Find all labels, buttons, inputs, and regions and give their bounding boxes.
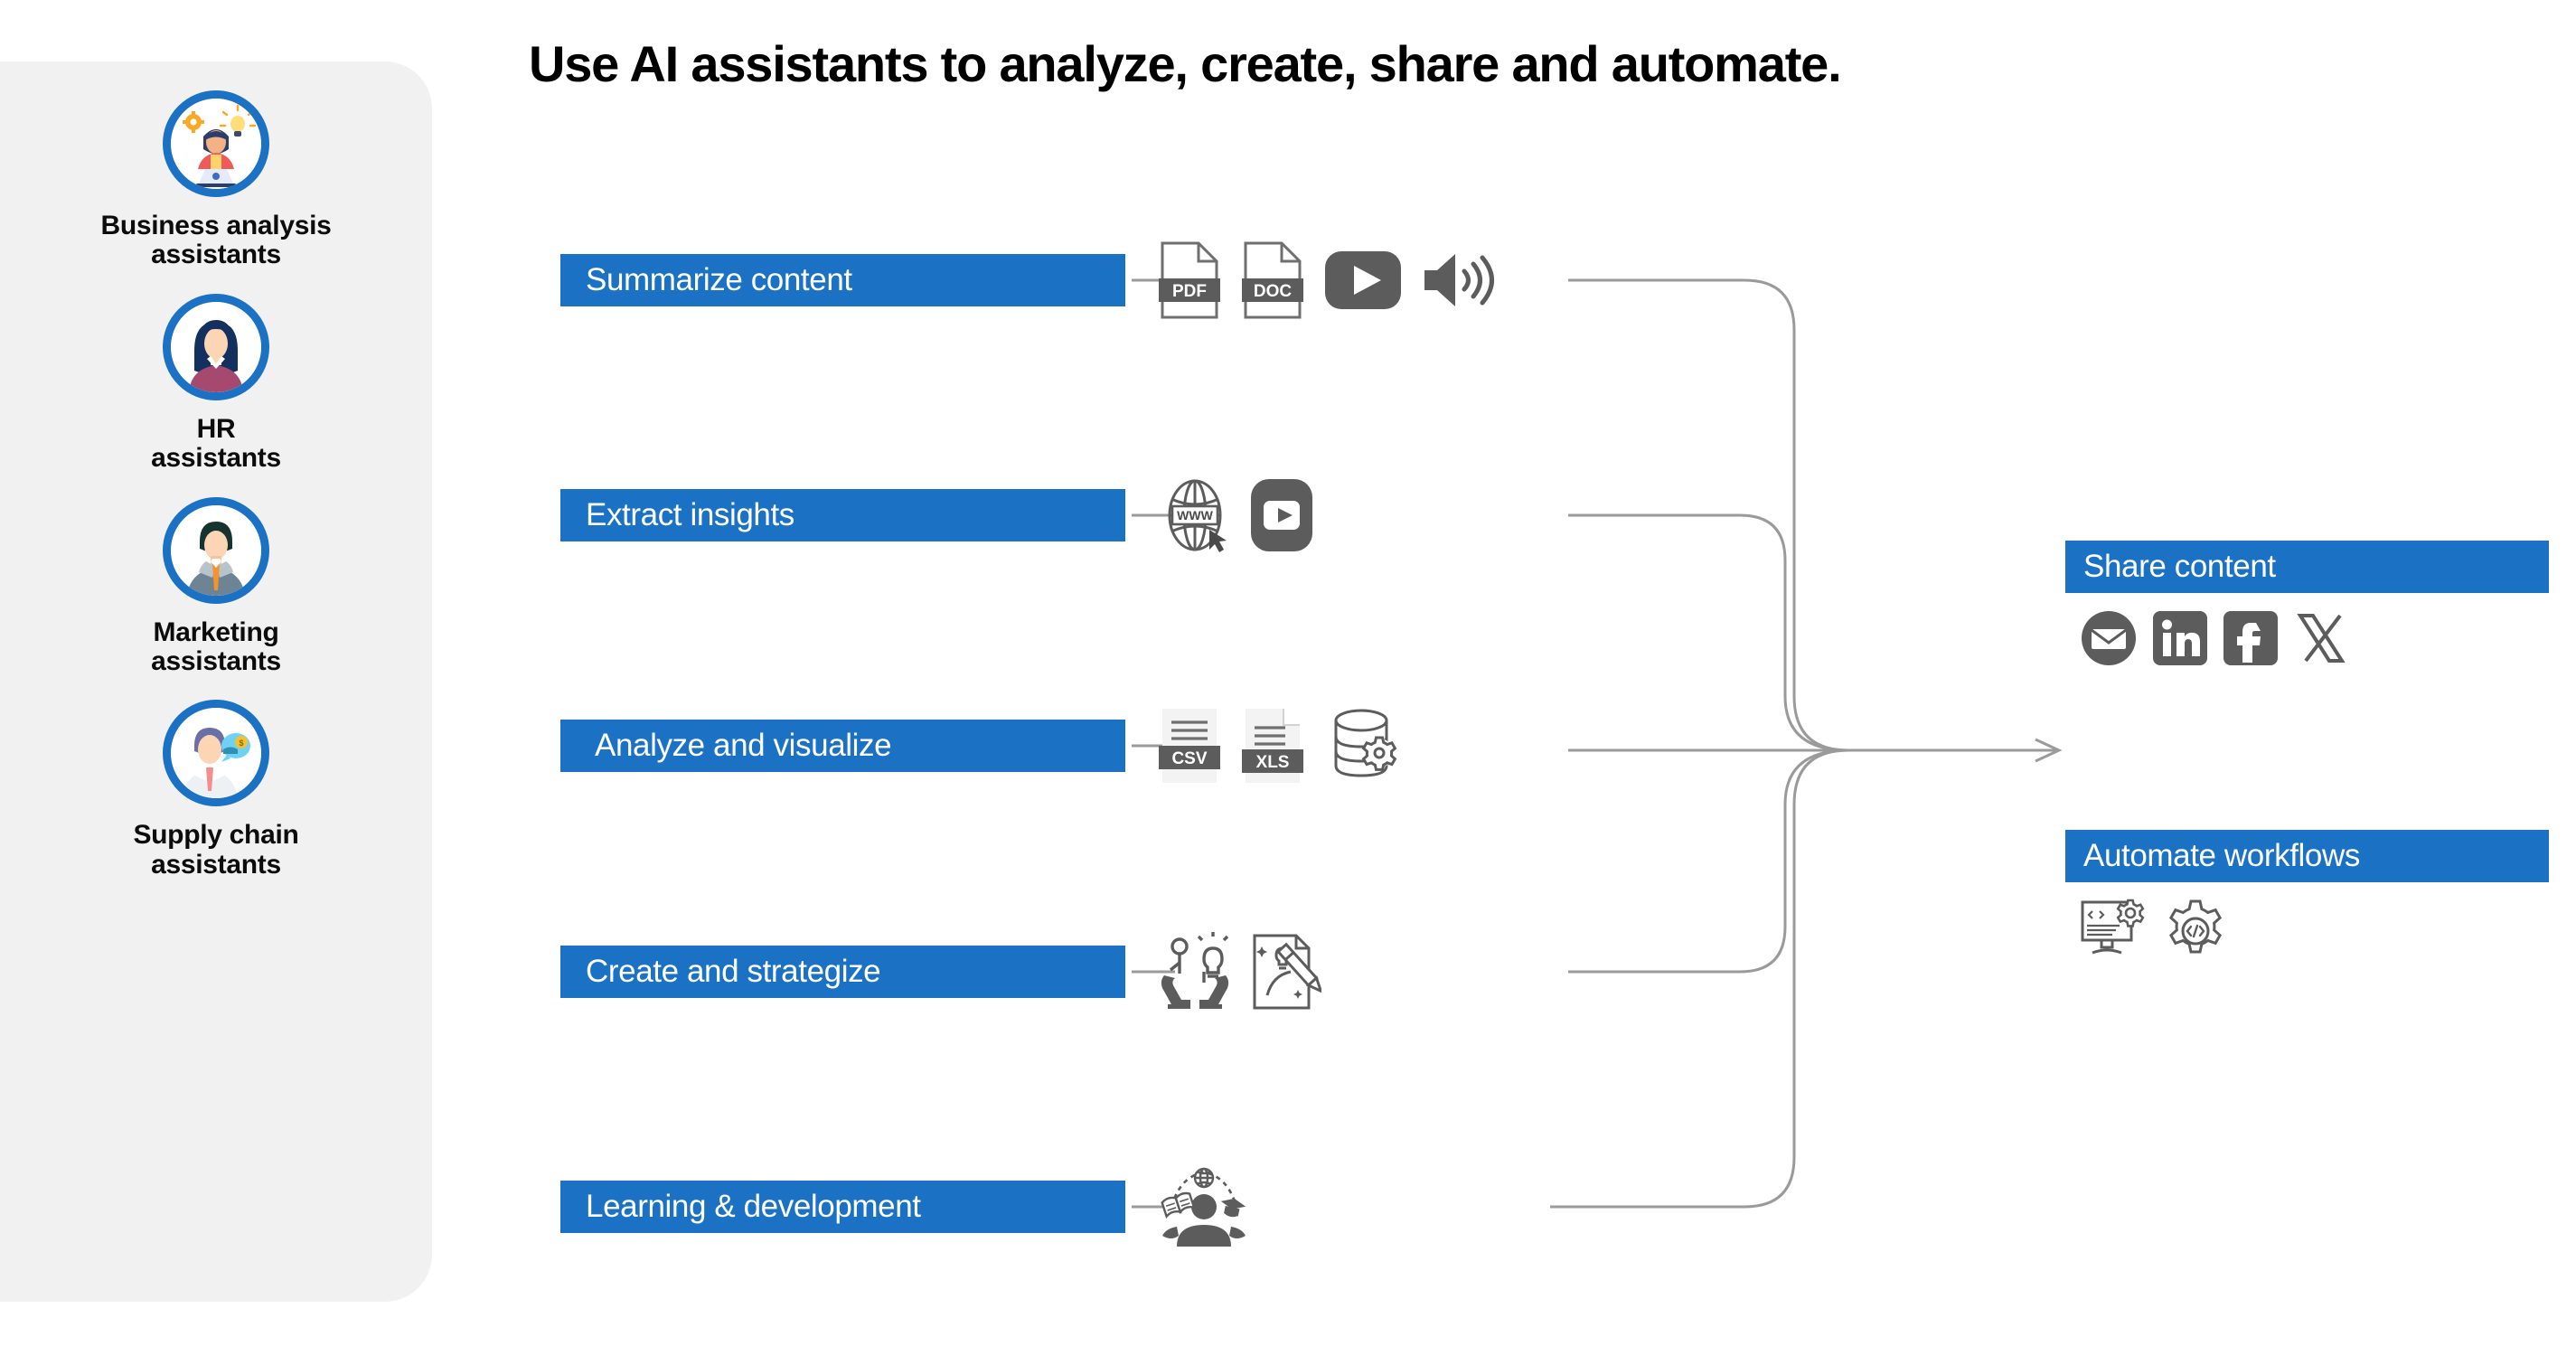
business-analyst-avatar-icon: [163, 90, 269, 197]
flow-row-learning-and-development[interactable]: Learning & development: [560, 1167, 1246, 1247]
video-play-icon: [1325, 251, 1401, 309]
page-title: Use AI assistants to analyze, create, sh…: [529, 35, 1842, 92]
pdf-file-icon: PDF: [1159, 241, 1220, 319]
audio-speaker-icon: [1424, 254, 1494, 306]
sidebar-item-label: Marketing assistants: [151, 617, 281, 676]
learning-person-icon: [1161, 1167, 1246, 1247]
doc-file-icon: DOC: [1242, 241, 1303, 319]
hr-avatar-icon: [163, 293, 269, 400]
hands-idea-icon: [1161, 932, 1229, 1009]
design-pencil-icon: [1253, 934, 1321, 1010]
flow-row-icons: [1157, 1165, 1251, 1248]
flow-row-label: Extract insights: [586, 497, 794, 532]
output-icons: [2065, 899, 2549, 964]
sidebar-item-supply-chain[interactable]: $ Supply chain assistants: [0, 700, 432, 880]
flow-row-label: Learning & development: [586, 1189, 921, 1224]
output-bar[interactable]: Share content: [2065, 541, 2549, 593]
flow-row-label: Summarize content: [586, 262, 852, 297]
flow-row-icons: CSV XLS: [1157, 704, 1406, 787]
sidebar-item-marketing[interactable]: Marketing assistants: [0, 496, 432, 677]
flow-row-label: Create and strategize: [586, 954, 881, 989]
flow-row-icons: PDF DOC: [1157, 239, 1497, 322]
svg-text:WWW: WWW: [1177, 508, 1213, 522]
sidebar-item-label: Business analysis assistants: [100, 211, 332, 270]
output-icons: [2065, 609, 2549, 667]
supply-chain-avatar-icon: $: [163, 700, 269, 807]
flow-row-bar[interactable]: Create and strategize: [560, 946, 1125, 998]
flow-row-bar[interactable]: Extract insights: [560, 489, 1125, 541]
marketing-avatar-icon: [163, 496, 269, 604]
svg-text:DOC: DOC: [1254, 282, 1293, 301]
flow-row-icons: WWW: [1157, 474, 1314, 557]
svg-text:CSV: CSV: [1171, 749, 1207, 768]
output-share-content[interactable]: Share content: [2065, 541, 2549, 667]
flow-row-extract-insights[interactable]: Extract insights WWW: [560, 479, 1312, 552]
video-play-icon: [1251, 479, 1312, 551]
flow-row-analyze-and-visualize[interactable]: Analyze and visualize CSV XLS: [560, 709, 1397, 783]
x-twitter-icon[interactable]: [2293, 610, 2349, 666]
sidebar-item-hr[interactable]: HR assistants: [0, 293, 432, 474]
gear-code-icon: [2168, 899, 2223, 954]
flow-row-bar[interactable]: Learning & development: [560, 1181, 1125, 1233]
sidebar-item-label: Supply chain assistants: [133, 820, 299, 880]
flow-row-icons: [1157, 930, 1321, 1013]
output-label: Automate workflows: [2083, 838, 2360, 873]
code-monitor-icon: [2081, 899, 2145, 955]
csv-file-icon: CSV: [1159, 709, 1220, 783]
output-bar[interactable]: Automate workflows: [2065, 830, 2549, 882]
flow-row-summarize-content[interactable]: Summarize content PDF DOC: [560, 241, 1494, 319]
sidebar-item-business-analysis[interactable]: Business analysis assistants: [0, 90, 432, 270]
email-icon[interactable]: [2080, 609, 2138, 667]
flow-row-label: Analyze and visualize: [595, 728, 892, 763]
svg-text:$: $: [239, 739, 243, 748]
svg-text:XLS: XLS: [1256, 753, 1290, 772]
svg-text:PDF: PDF: [1172, 282, 1207, 301]
facebook-icon[interactable]: [2223, 610, 2279, 666]
output-automate-workflows[interactable]: Automate workflows: [2065, 830, 2549, 964]
www-globe-icon: WWW: [1168, 479, 1227, 552]
flow-row-bar[interactable]: Analyze and visualize: [560, 720, 1125, 772]
linkedin-icon[interactable]: [2152, 610, 2208, 666]
sidebar-item-label: HR assistants: [151, 413, 281, 474]
output-label: Share content: [2083, 549, 2276, 584]
flow-row-create-and-strategize[interactable]: Create and strategize: [560, 932, 1321, 1010]
assistants-sidebar: Business analysis assistants HR assistan…: [0, 61, 432, 1302]
flow-row-bar[interactable]: Summarize content: [560, 254, 1125, 306]
xls-file-icon: XLS: [1242, 709, 1303, 783]
database-gear-icon: [1334, 709, 1397, 777]
